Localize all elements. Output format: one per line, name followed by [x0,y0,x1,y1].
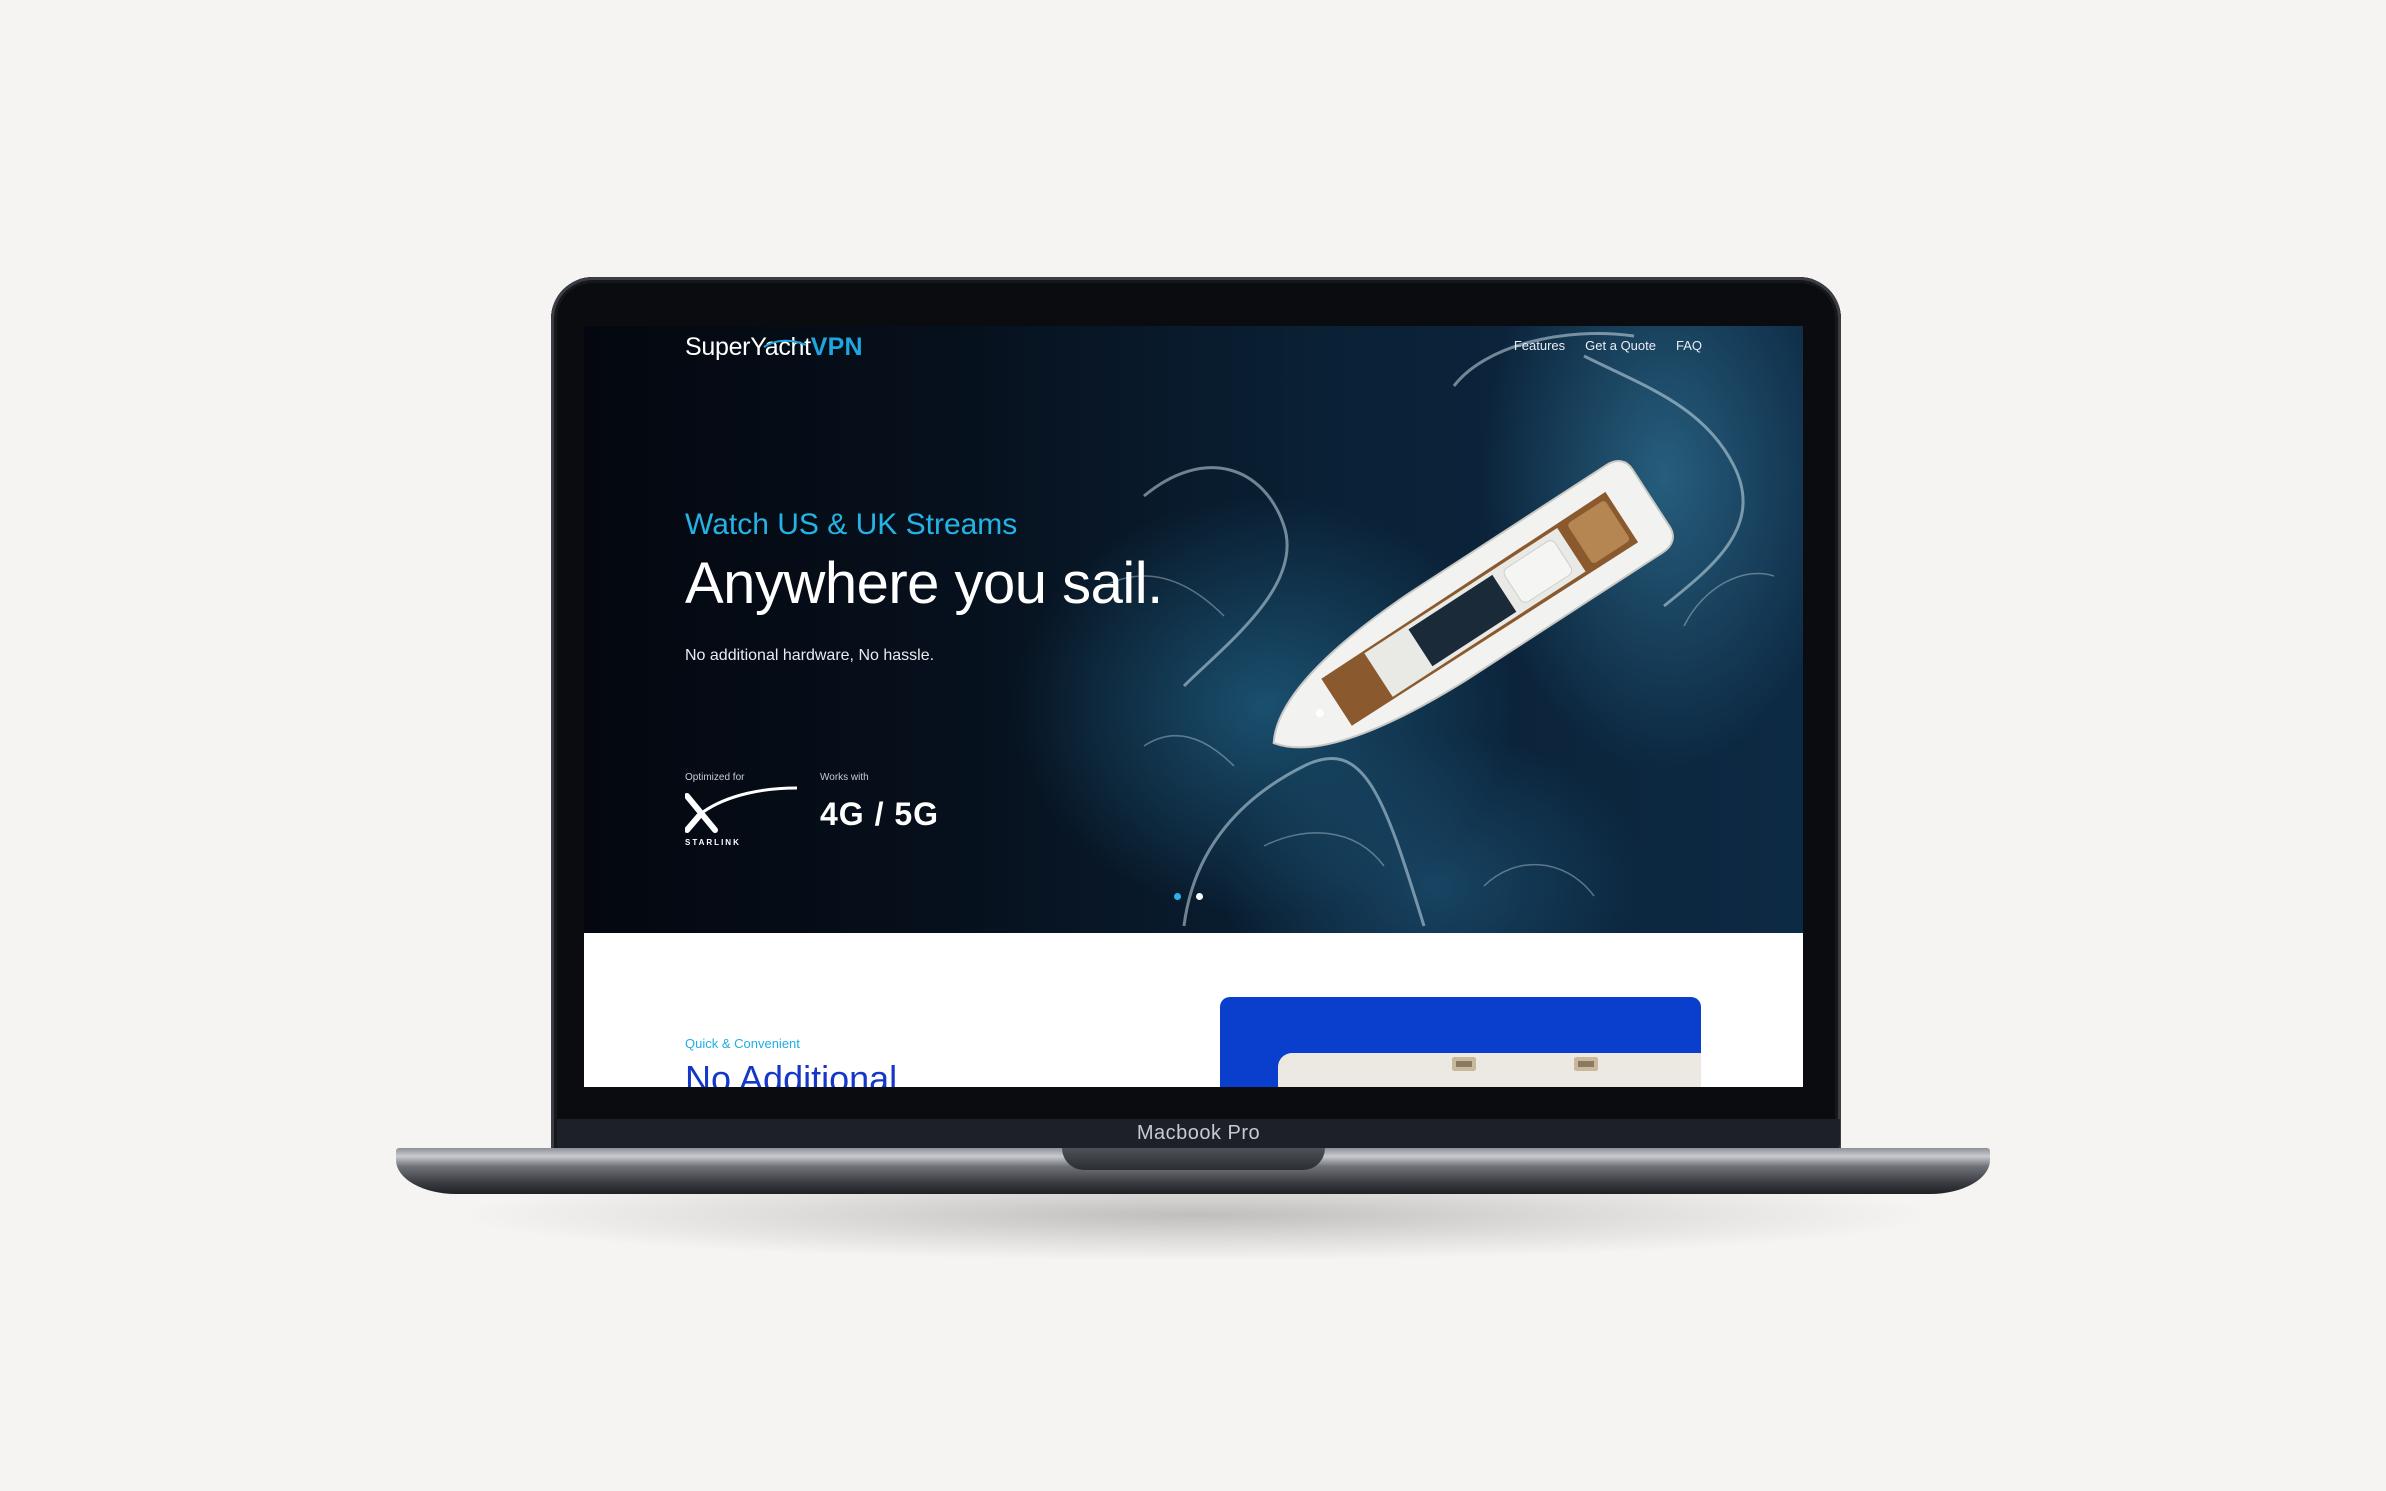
carousel-dot-1[interactable] [1174,893,1181,900]
ceiling-light-icon [1574,1057,1598,1071]
starlink-logo [685,786,798,833]
logo-accent-text: VPN [810,333,863,361]
nav-link-get-a-quote[interactable]: Get a Quote [1585,338,1656,353]
section-eyebrow: Quick & Convenient [685,1036,800,1051]
browser-viewport: SuperYacht VPN Features Get a Quote FAQ … [584,326,1803,1087]
section-title: No Additional [685,1058,898,1087]
features-section: Quick & Convenient No Additional [584,933,1803,1087]
nav-link-features[interactable]: Features [1514,338,1565,353]
laptop-chin: Macbook Pro [557,1119,1840,1150]
hero-section: SuperYacht VPN Features Get a Quote FAQ … [584,326,1803,933]
promo-card [1220,997,1701,1087]
promo-image [1278,1053,1701,1087]
ceiling-light-icon [1452,1057,1476,1071]
hero-eyebrow: Watch US & UK Streams [685,508,1018,541]
laptop-notch [1062,1148,1325,1170]
logo-swoosh-icon [763,339,807,348]
network-badge: 4G / 5G [820,796,940,832]
carousel-dots [1174,893,1203,900]
optimized-caption: Optimized for [685,772,745,783]
hero-headline: Anywhere you sail. [685,551,1163,616]
site-logo[interactable]: SuperYacht VPN [685,333,863,373]
device-label: Macbook Pro [1136,1122,1261,1144]
starlink-wordmark: STARLINK [685,838,741,847]
nav-link-faq[interactable]: FAQ [1676,338,1702,353]
carousel-dot-2[interactable] [1196,893,1203,900]
main-nav: Features Get a Quote FAQ [1514,338,1702,353]
hero-subline: No additional hardware, No hassle. [685,647,935,664]
works-caption: Works with [820,772,869,783]
